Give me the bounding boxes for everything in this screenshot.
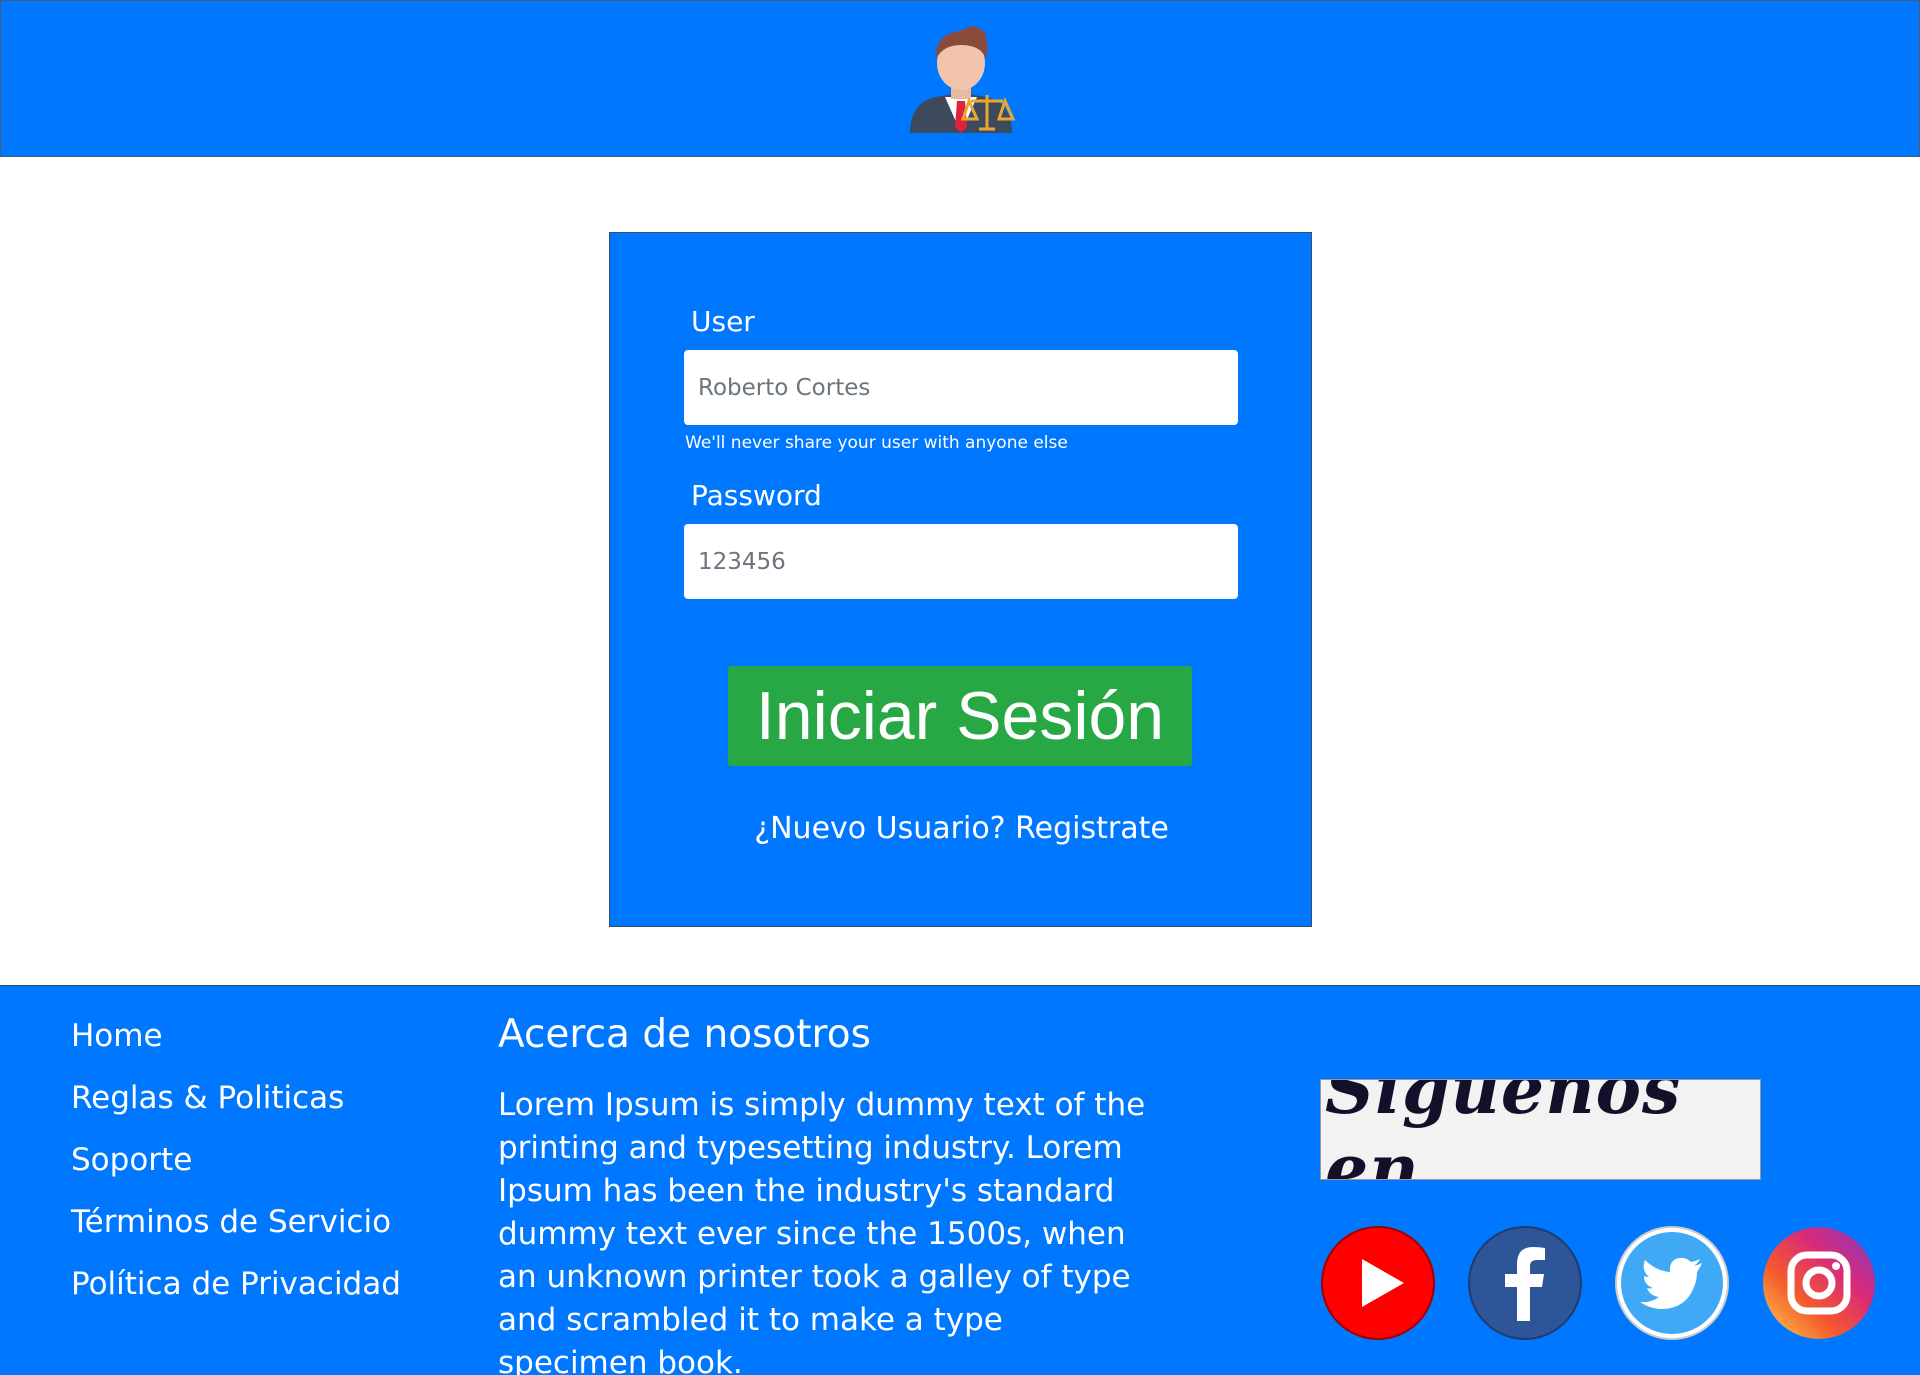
footer-link-support[interactable]: Soporte [71, 1142, 192, 1178]
footer-nav: Home Reglas & Politicas Soporte Términos… [71, 1018, 401, 1328]
youtube-icon[interactable] [1320, 1225, 1436, 1341]
follow-us-banner: Siguenos en [1320, 1079, 1761, 1180]
password-label: Password [691, 479, 822, 512]
about-title: Acerca de nosotros [498, 1012, 871, 1057]
twitter-icon[interactable] [1614, 1225, 1730, 1341]
footer-nav-item: Reglas & Politicas [71, 1080, 401, 1142]
footer-link-home[interactable]: Home [71, 1018, 163, 1054]
footer-nav-item: Política de Privacidad [71, 1266, 401, 1328]
user-label: User [691, 305, 755, 338]
instagram-icon[interactable] [1761, 1225, 1877, 1341]
footer-nav-item: Términos de Servicio [71, 1204, 401, 1266]
login-form: User We'll never share your user with an… [609, 232, 1312, 927]
about-text: Lorem Ipsum is simply dummy text of the … [498, 1087, 1146, 1375]
footer-nav-item: Home [71, 1018, 401, 1080]
site-header [0, 0, 1920, 157]
user-input[interactable] [684, 350, 1238, 425]
facebook-icon[interactable] [1467, 1225, 1583, 1341]
footer-link-rules[interactable]: Reglas & Politicas [71, 1080, 344, 1116]
login-button[interactable]: Iniciar Sesión [728, 666, 1192, 766]
lawyer-avatar-icon[interactable] [905, 21, 1017, 137]
footer-link-terms[interactable]: Términos de Servicio [71, 1204, 391, 1240]
site-footer: Home Reglas & Politicas Soporte Términos… [0, 985, 1920, 1375]
user-help-text: We'll never share your user with anyone … [685, 433, 1068, 453]
footer-link-privacy[interactable]: Política de Privacidad [71, 1266, 401, 1302]
register-link[interactable]: ¿Nuevo Usuario? Registrate [610, 811, 1313, 846]
password-input[interactable] [684, 524, 1238, 599]
footer-nav-item: Soporte [71, 1142, 401, 1204]
